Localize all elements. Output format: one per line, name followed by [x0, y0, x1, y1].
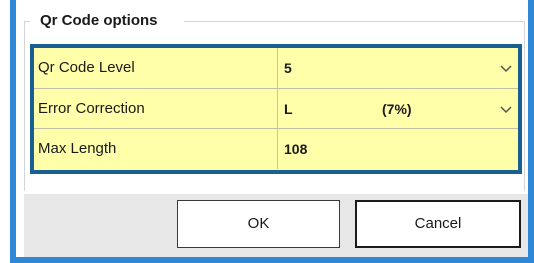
error-correction-label: Error Correction — [38, 100, 145, 117]
error-correction-select[interactable]: L (7%) — [278, 89, 518, 129]
ok-button[interactable]: OK — [177, 200, 340, 248]
grid-row-qr-code-level: Qr Code Level 5 — [34, 48, 518, 88]
error-correction-percent: (7%) — [382, 101, 412, 117]
qr-code-level-label: Qr Code Level — [38, 59, 135, 76]
grid-row-max-length: Max Length 108 — [34, 128, 518, 169]
groupbox-title: Qr Code options — [38, 11, 160, 30]
chevron-down-icon[interactable] — [500, 105, 512, 115]
groupbox-border — [184, 21, 525, 22]
grid-row-error-correction: Error Correction L (7%) — [34, 88, 518, 129]
qr-code-level-value: 5 — [284, 60, 292, 76]
groupbox-border — [24, 21, 25, 191]
error-correction-value: L — [284, 101, 293, 117]
max-length-value: 108 — [284, 141, 308, 157]
chevron-down-icon[interactable] — [500, 64, 512, 74]
options-grid: Qr Code Level 5 Error Correction L (7%) … — [30, 44, 522, 174]
window-border-right — [528, 0, 534, 263]
max-length-label: Max Length — [38, 140, 117, 157]
cancel-button[interactable]: Cancel — [355, 200, 521, 248]
groupbox-border — [524, 21, 525, 191]
qr-code-level-select[interactable]: 5 — [278, 48, 518, 88]
window-border-bottom — [10, 257, 534, 263]
